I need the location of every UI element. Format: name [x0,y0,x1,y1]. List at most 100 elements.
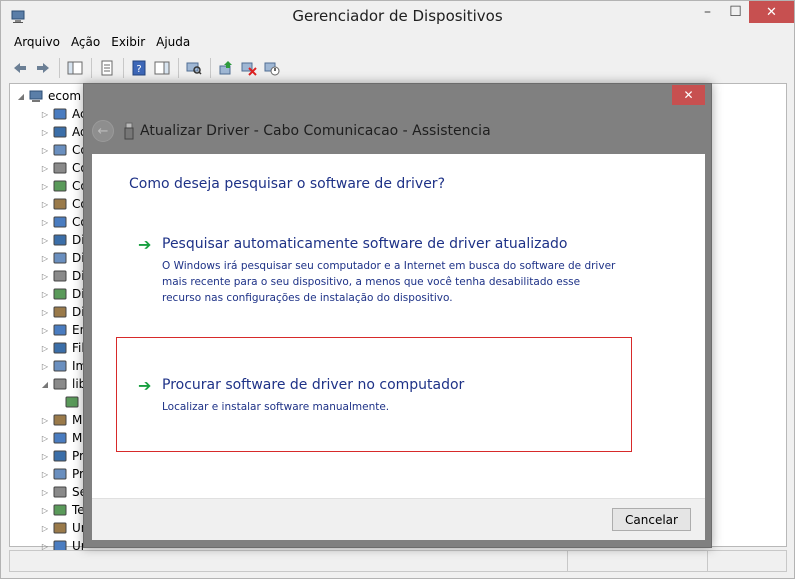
collapse-arrow-icon[interactable]: ◢ [38,380,52,389]
tree-item[interactable]: ▷ M [38,429,82,447]
dialog-back-button[interactable]: ← [92,120,114,142]
action-pane-button[interactable] [151,57,173,79]
tree-item-label: M [72,413,83,427]
dialog-close-button[interactable]: ✕ [672,85,705,105]
window-title: Gerenciador de Dispositivos [292,7,503,25]
expand-arrow-icon[interactable]: ▷ [38,128,52,137]
tree-item[interactable]: ▷ M [38,411,82,429]
properties-icon [101,60,113,76]
status-cell [708,551,786,571]
toolbar: ? [9,55,787,81]
expand-arrow-icon[interactable]: ▷ [38,182,52,191]
dialog-title: Atualizar Driver - Cabo Comunicacao - As… [140,123,491,139]
minimize-button[interactable]: – [694,1,721,23]
enable-device-button[interactable] [261,57,283,79]
print-queue-icon [53,342,67,354]
expand-arrow-icon[interactable]: ▷ [38,164,52,173]
expand-arrow-icon[interactable]: ▷ [38,488,52,497]
forward-button[interactable] [32,57,54,79]
option-description: O Windows irá pesquisar seu computador e… [162,260,616,304]
storage-volume-icon [53,522,67,534]
update-driver-icon [219,61,232,75]
option-title[interactable]: Procurar software de driver no computado… [162,377,464,393]
scan-hardware-icon [186,62,202,75]
expand-arrow-icon[interactable]: ▷ [38,434,52,443]
tree-item[interactable]: ▷ En [38,321,87,339]
scan-hardware-button[interactable] [183,57,205,79]
tree-item[interactable]: ▷ Co [38,213,88,231]
show-hide-console-tree-button[interactable] [64,57,86,79]
computer-icon [53,144,67,156]
tree-item[interactable]: ▷ Di [38,303,85,321]
tree-item[interactable]: ▷ Im [38,357,87,375]
menu-ajuda[interactable]: Ajuda [151,33,195,53]
expand-arrow-icon[interactable]: ▷ [38,254,52,263]
expand-arrow-icon[interactable]: ▷ [38,236,52,245]
tree-item[interactable]: ▷ Se [38,483,87,501]
tree-item[interactable]: ▷ Co [38,177,88,195]
properties-button[interactable] [96,57,118,79]
expand-arrow-icon[interactable]: ▷ [38,146,52,155]
expand-arrow-icon[interactable]: ▷ [38,524,52,533]
expand-arrow-icon[interactable]: ▷ [38,272,52,281]
tree-item[interactable]: ▷ Di [38,285,85,303]
expand-arrow-icon[interactable]: ▷ [38,362,52,371]
expand-arrow-icon[interactable]: ▷ [38,344,52,353]
maximize-button[interactable]: ☐ [722,1,749,23]
expand-arrow-icon[interactable]: ▷ [38,290,52,299]
expand-arrow-icon[interactable]: ▷ [38,326,52,335]
tree-item[interactable] [64,393,84,411]
tree-item[interactable]: ▷ Ac [38,105,87,123]
option-search-automatically[interactable]: ➔ Pesquisar automaticamente software de … [138,235,615,306]
expand-arrow-icon[interactable]: ▷ [38,506,52,515]
dialog-header: ← Atualizar Driver - Cabo Comunicacao - … [92,116,491,146]
tree-item[interactable]: ▷ Di [38,267,85,285]
expand-arrow-icon[interactable]: ▷ [38,218,52,227]
tree-item[interactable]: ◢ lib [38,375,86,393]
usb-library-icon [53,378,67,390]
expand-arrow-icon[interactable]: ▷ [38,452,52,461]
tree-root[interactable]: ◢ ecom [14,87,81,105]
green-arrow-icon: ➔ [138,235,152,254]
tree-item[interactable]: ▷ Pr [38,447,84,465]
back-arrow-icon: ← [97,123,109,139]
cancel-button[interactable]: Cancelar [612,508,691,531]
expand-arrow-icon[interactable]: ▷ [38,470,52,479]
tree-item[interactable]: ▷ Co [38,159,88,177]
help-button[interactable]: ? [128,57,150,79]
expand-arrow-icon[interactable]: ▷ [38,308,52,317]
menu-exibir[interactable]: Exibir [106,33,150,53]
tree-item[interactable]: ▷ Di [38,231,85,249]
toolbar-separator [123,58,124,78]
disk-drive-icon [53,234,67,246]
software-device-icon [53,486,67,498]
tree-item[interactable]: ▷ Co [38,141,88,159]
uninstall-device-button[interactable] [238,57,260,79]
option-title[interactable]: Pesquisar automaticamente software de dr… [162,236,567,252]
status-bar [9,550,787,572]
option-browse-computer[interactable]: ➔ Procurar software de driver no computa… [138,377,598,417]
menu-acao[interactable]: Ação [66,33,105,53]
tree-item[interactable]: ▷ Pr [38,465,84,483]
update-driver-button[interactable] [215,57,237,79]
network-controller-icon [53,162,67,174]
tree-item[interactable]: ▷ Di [38,249,85,267]
tree-item[interactable]: ▷ Fil [38,339,85,357]
sound-controller-icon [53,180,67,192]
collapse-arrow-icon[interactable]: ◢ [14,92,28,101]
expand-arrow-icon[interactable]: ▷ [38,416,52,425]
tree-item[interactable]: ▷ Ad [38,123,88,141]
menu-arquivo[interactable]: Arquivo [9,33,65,53]
tree-item[interactable]: ▷ Te [38,501,85,519]
imaging-device-icon [53,252,67,264]
tree-item[interactable]: ▷ Co [38,195,88,213]
back-button[interactable] [9,57,31,79]
dialog-body: Como deseja pesquisar o software de driv… [92,154,705,540]
close-button[interactable]: ✕ [749,1,794,23]
expand-arrow-icon[interactable]: ▷ [38,110,52,119]
expand-arrow-icon[interactable]: ▷ [38,200,52,209]
usb-controller-icon [53,216,67,228]
dialog-question: Como deseja pesquisar o software de driv… [129,176,445,192]
toolbar-separator [210,58,211,78]
tree-item[interactable]: ▷ Ur [38,519,86,537]
